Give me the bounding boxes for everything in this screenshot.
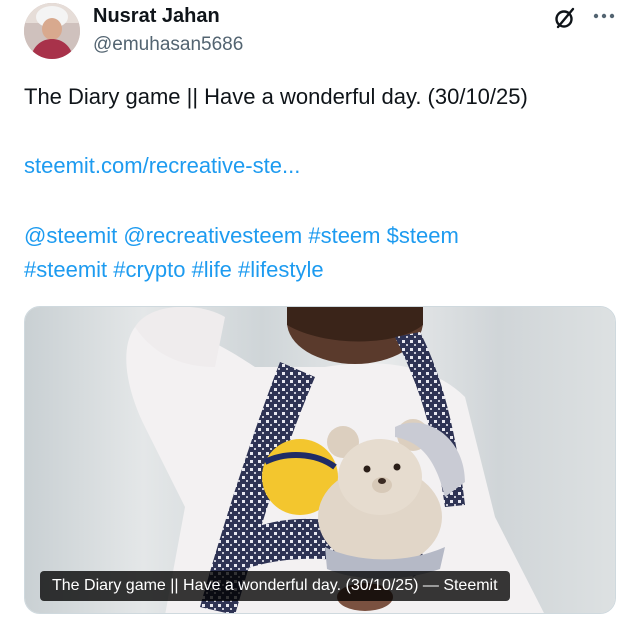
tweet-text: The Diary game || Have a wonderful day. …: [24, 84, 528, 109]
avatar[interactable]: [24, 3, 80, 59]
mention-steemit[interactable]: @steemit: [24, 223, 117, 248]
hashtag-steem[interactable]: #steem: [308, 223, 380, 248]
media-image: [25, 307, 615, 613]
hashtag-steemit[interactable]: #steemit: [24, 257, 107, 282]
hashtag-crypto[interactable]: #crypto: [113, 257, 185, 282]
author-handle[interactable]: @emuhasan5686: [93, 34, 243, 56]
avatar-image: [24, 3, 80, 59]
hashtag-life[interactable]: #life: [192, 257, 232, 282]
tweet-link[interactable]: steemit.com/recreative-ste...: [24, 153, 300, 179]
media-caption: The Diary game || Have a wonderful day. …: [40, 571, 510, 601]
grok-icon[interactable]: [553, 6, 577, 30]
cashtag-steem[interactable]: $steem: [387, 223, 459, 248]
author-name[interactable]: Nusrat Jahan: [93, 5, 220, 28]
hashtag-line-2: #steemit #crypto #life #lifestyle: [24, 257, 324, 283]
hashtag-line-1: @steemit @recreativesteem #steem $steem: [24, 223, 459, 249]
hashtag-lifestyle[interactable]: #lifestyle: [238, 257, 324, 282]
more-icon[interactable]: [592, 12, 616, 20]
mention-recreativesteem[interactable]: @recreativesteem: [123, 223, 302, 248]
media-card[interactable]: The Diary game || Have a wonderful day. …: [24, 306, 616, 614]
